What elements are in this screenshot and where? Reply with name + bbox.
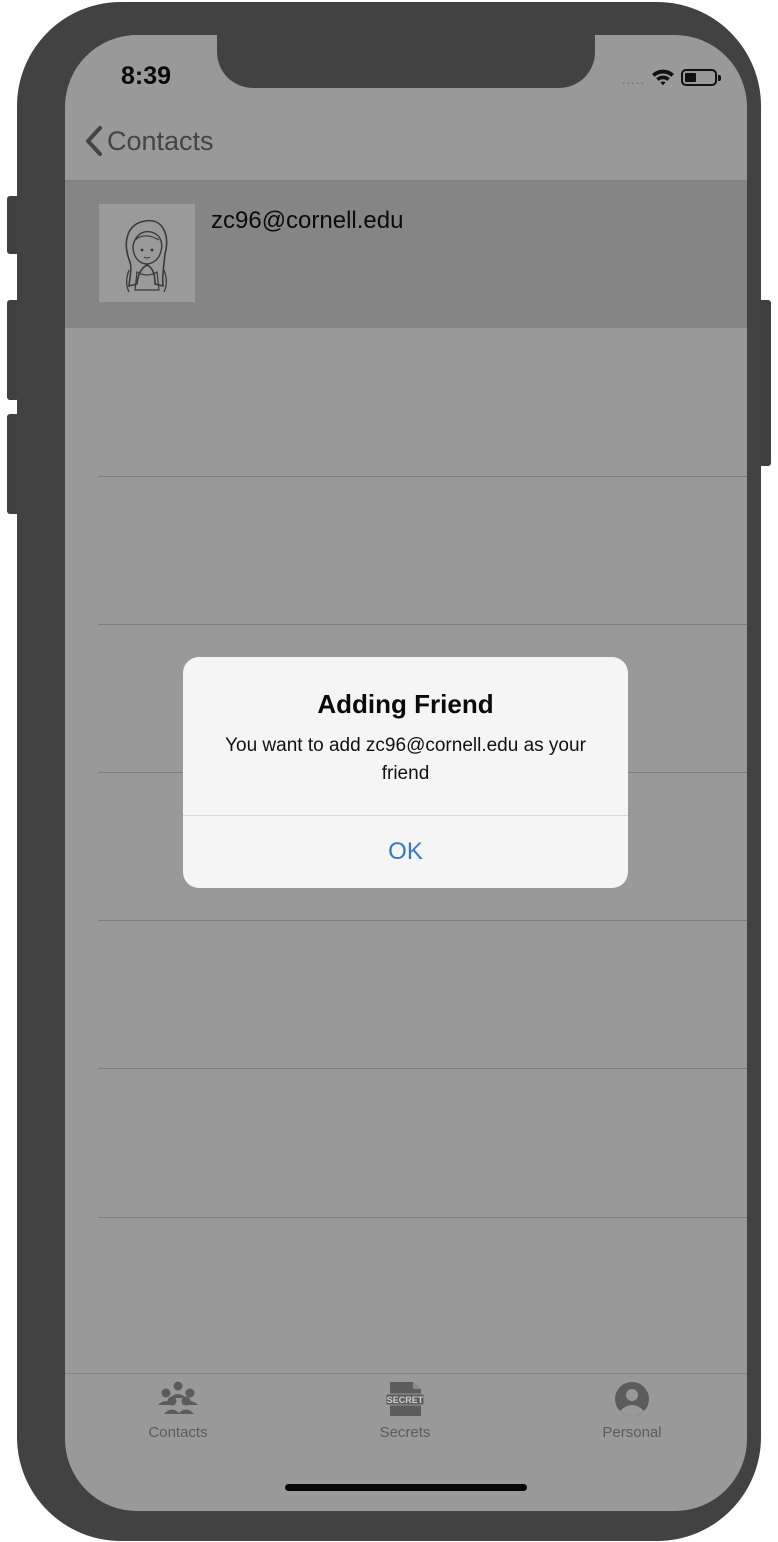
home-indicator[interactable] (285, 1484, 527, 1491)
notch (217, 35, 595, 88)
row-separator (98, 1068, 747, 1069)
status-time: 8:39 (121, 62, 172, 90)
phone-frame: 8:39 ..... Contacts zc96@cornell.edu Add… (17, 2, 761, 1541)
tab-contacts[interactable]: Contacts (98, 1381, 258, 1441)
row-separator (98, 920, 747, 921)
chevron-left-icon (86, 126, 102, 156)
tabbar-divider (65, 1373, 747, 1374)
tab-personal[interactable]: Personal (552, 1381, 712, 1441)
person-circle-icon (615, 1382, 649, 1416)
contact-email: zc96@cornell.edu (211, 207, 404, 234)
tab-personal-label: Personal (602, 1424, 662, 1441)
avatar-illustration (125, 219, 168, 293)
secret-icon-text: SECRET (387, 1395, 424, 1405)
tab-secrets[interactable]: SECRET Secrets (325, 1381, 485, 1441)
tab-contacts-label: Contacts (148, 1424, 208, 1441)
back-button-label: Contacts (107, 125, 214, 156)
screen: 8:39 ..... Contacts zc96@cornell.edu Add… (65, 35, 747, 1511)
tab-secrets-label: Secrets (379, 1424, 431, 1441)
alert-message: You want to add zc96@cornell.edu as your… (225, 735, 586, 784)
secret-document-icon: SECRET (385, 1382, 425, 1416)
row-separator (98, 1217, 747, 1218)
people-group-icon (158, 1381, 198, 1414)
status-indicators: ..... (621, 66, 721, 88)
wifi-icon (652, 69, 674, 86)
alert-dialog: Adding Friend You want to add zc96@corne… (183, 657, 628, 888)
contact-row[interactable]: zc96@cornell.edu (65, 181, 747, 328)
battery-icon (681, 68, 721, 86)
alert-title: Adding Friend (317, 689, 494, 719)
row-separator (98, 624, 747, 625)
avatar (99, 204, 195, 302)
back-button[interactable]: Contacts (85, 125, 214, 157)
signal-icon: ..... (621, 71, 645, 87)
ok-button[interactable]: OK (183, 816, 628, 888)
row-separator (98, 476, 747, 477)
